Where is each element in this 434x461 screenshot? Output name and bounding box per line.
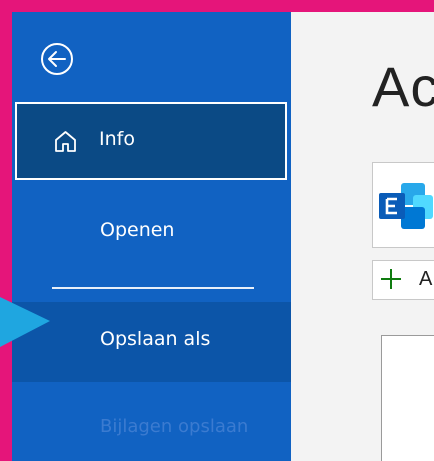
sidebar-item-bijlagen-opslaan: Bijlagen opslaan bbox=[12, 392, 291, 461]
backstage-sidebar: Info Openen Opslaan als Bijlagen opslaan bbox=[12, 12, 291, 461]
pointer-arrow-icon bbox=[0, 297, 50, 347]
add-account-label: A bbox=[419, 268, 433, 290]
account-info-panel bbox=[381, 335, 434, 461]
sidebar-item-label: Opslaan als bbox=[100, 328, 211, 350]
outlook-backstage: Info Openen Opslaan als Bijlagen opslaan… bbox=[12, 12, 434, 461]
sidebar-item-label: Info bbox=[99, 128, 135, 150]
sidebar-item-info[interactable]: Info bbox=[15, 102, 287, 180]
add-account-button[interactable]: A bbox=[372, 260, 434, 300]
account-selector[interactable] bbox=[372, 162, 434, 248]
back-button[interactable] bbox=[40, 42, 74, 76]
sidebar-item-label: Openen bbox=[100, 219, 175, 241]
home-icon bbox=[55, 131, 76, 152]
sidebar-item-label: Bijlagen opslaan bbox=[100, 416, 249, 437]
sidebar-divider bbox=[52, 287, 254, 289]
page-title: Ac bbox=[372, 55, 434, 118]
sidebar-item-openen[interactable]: Openen bbox=[12, 195, 291, 267]
back-arrow-icon bbox=[41, 43, 73, 75]
exchange-icon bbox=[379, 183, 433, 229]
plus-icon bbox=[381, 269, 401, 289]
